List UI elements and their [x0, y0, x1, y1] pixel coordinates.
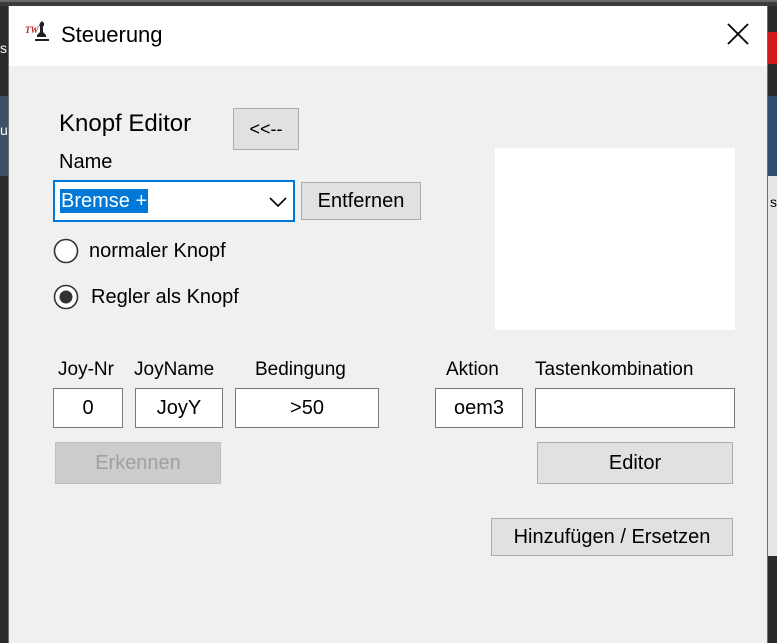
joy-name-label: JoyName — [134, 359, 215, 380]
background-text-fragment: u — [0, 122, 8, 138]
steuerung-dialog: TW Steuerung Knopf Editor <<-- Name Brem… — [8, 6, 768, 643]
name-label: Name — [59, 151, 113, 173]
action-label: Aktion — [446, 359, 499, 380]
editor-button[interactable]: Editor — [537, 442, 733, 484]
joy-nr-label: Joy-Nr — [58, 359, 114, 380]
name-combobox-value: Bremse + — [60, 189, 149, 213]
collapse-button[interactable]: <<-- — [233, 108, 299, 150]
preview-area — [495, 148, 735, 330]
remove-button[interactable]: Entfernen — [301, 182, 421, 220]
background-text-fragment: s — [0, 40, 7, 56]
background-app-edge — [0, 0, 777, 2]
background-text-fragment: s — [770, 194, 777, 210]
close-button[interactable] — [709, 6, 767, 66]
add-replace-button[interactable]: Hinzufügen / Ersetzen — [491, 518, 733, 556]
chevron-down-icon[interactable] — [269, 195, 287, 208]
window-title: Steuerung — [61, 22, 163, 47]
title-bar[interactable]: TW Steuerung — [9, 6, 767, 66]
radio-slider-button[interactable] — [53, 284, 79, 310]
name-combobox[interactable]: Bremse + — [53, 180, 295, 222]
detect-button[interactable]: Erkennen — [55, 442, 221, 484]
joy-nr-field[interactable]: 0 — [53, 388, 123, 428]
radio-normal-label: normaler Knopf — [89, 240, 226, 262]
editor-heading: Knopf Editor — [59, 110, 192, 137]
background-close-area — [768, 32, 777, 64]
radio-normal-button[interactable] — [53, 238, 79, 264]
radio-slider-label: Regler als Knopf — [91, 286, 239, 308]
joy-name-field[interactable]: JoyY — [135, 388, 223, 428]
keycombo-field[interactable] — [535, 388, 735, 428]
svg-text:TW: TW — [25, 25, 39, 35]
background-panel-right — [768, 96, 777, 176]
keycombo-label: Tastenkombination — [535, 359, 694, 380]
close-icon — [727, 22, 749, 50]
condition-field[interactable]: >50 — [235, 388, 379, 428]
condition-label: Bedingung — [255, 359, 346, 380]
action-field[interactable]: oem3 — [435, 388, 523, 428]
background-content-right — [768, 176, 777, 556]
app-logo-icon: TW — [25, 20, 51, 42]
